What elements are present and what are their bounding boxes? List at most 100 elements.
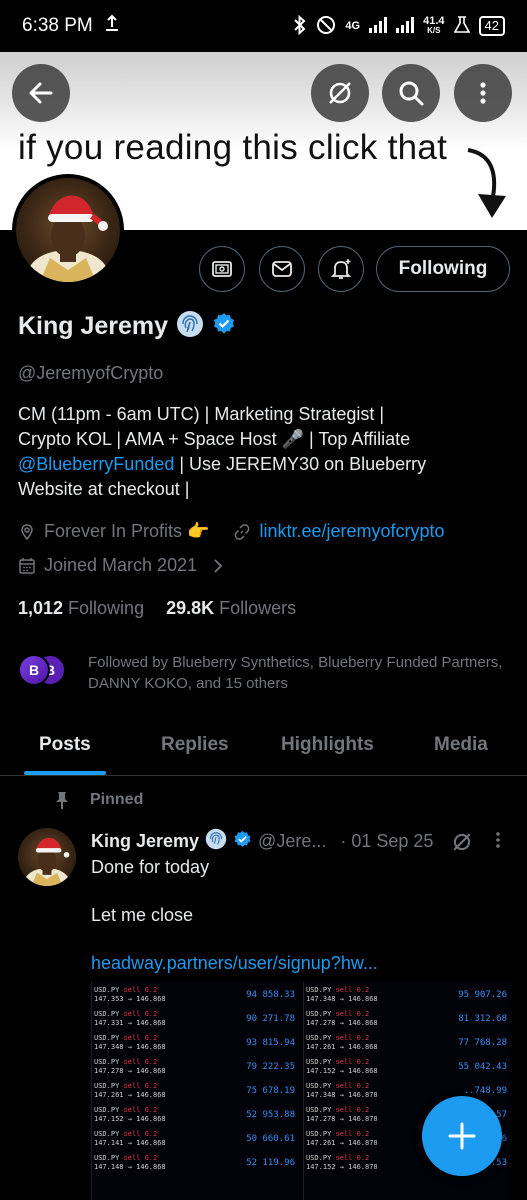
trade-action: sell 0.2 — [335, 1106, 370, 1114]
followed-by-section[interactable]: B B Followed by Blueberry Synthetics, Bl… — [18, 652, 508, 694]
verified-badge-icon[interactable] — [212, 312, 236, 341]
net-speed: 41.4 K/S — [423, 16, 444, 36]
active-tab-indicator — [24, 771, 106, 775]
grok-icon — [329, 82, 351, 104]
trade-value: 77 768.28 — [458, 1038, 507, 1048]
trade-prices: 147.331 → 146.868 — [94, 1019, 166, 1027]
trade-action: sell 0.2 — [335, 1034, 370, 1042]
trade-action: sell 0.2 — [123, 986, 158, 994]
tab-posts[interactable]: Posts — [39, 734, 91, 756]
post-text-line-1: Done for today — [91, 857, 210, 877]
trade-row: USD.PY sell 0.2 147.348 → 146.870 — [306, 1082, 378, 1100]
trade-pair: USD.PY sell 0.2 — [94, 1130, 158, 1138]
trade-value: 90 271.78 — [246, 1014, 295, 1024]
trade-row: USD.PY sell 0.2 147.152 → 146.868 — [306, 1058, 378, 1076]
trade-action: sell 0.2 — [335, 1058, 370, 1066]
media-trades-left: USD.PY sell 0.2 147.353 → 146.868 94 858.3… — [91, 982, 299, 1200]
trade-action: sell 0.2 — [335, 1130, 370, 1138]
trade-action: sell 0.2 — [123, 1010, 158, 1018]
search-icon — [399, 81, 424, 106]
fingerprint-emoji-icon — [205, 828, 227, 855]
trade-pair: USD.PY sell 0.2 — [306, 1082, 370, 1090]
pinned-label: Pinned — [90, 791, 144, 808]
post-header: King Jeremy @Jere... · 01 Sep 25 — [91, 828, 473, 855]
trade-row: USD.PY sell 0.2 147.348 → 146.868 — [94, 1034, 166, 1052]
notifications-button[interactable] — [318, 246, 364, 292]
trade-action: sell 0.2 — [123, 1106, 158, 1114]
bell-plus-icon — [330, 259, 352, 279]
bio-line-3: @BlueberryFunded | Use JEREMY30 on Blueb… — [18, 452, 488, 477]
trade-row: USD.PY sell 0.2 147.278 → 146.868 — [94, 1058, 166, 1076]
trade-prices: 147.353 → 146.868 — [94, 995, 166, 1003]
trade-value: 50 660.61 — [246, 1134, 295, 1144]
grok-button[interactable] — [311, 64, 369, 122]
trade-action: sell 0.2 — [123, 1058, 158, 1066]
search-button[interactable] — [382, 64, 440, 122]
trade-row: USD.PY sell 0.2 147.331 → 146.868 — [94, 1010, 166, 1028]
trade-pair: USD.PY sell 0.2 — [94, 1034, 158, 1042]
trade-action: sell 0.2 — [335, 1082, 370, 1090]
trade-action: sell 0.2 — [123, 1034, 158, 1042]
banner-arrow-icon — [467, 148, 506, 218]
follower-avatar-1: B — [18, 654, 50, 686]
trade-action: sell 0.2 — [335, 1010, 370, 1018]
profile-website-link[interactable]: linktr.ee/jeremyofcrypto — [259, 521, 444, 542]
battery-indicator: 42 — [478, 16, 505, 36]
trade-row: USD.PY sell 0.2 147.278 → 146.870 — [306, 1106, 378, 1124]
profile-stats: 1,012 Following 29.8K Followers — [18, 598, 296, 619]
following-button[interactable]: Following — [376, 246, 510, 292]
pin-icon — [56, 792, 68, 809]
following-stat[interactable]: 1,012 Following — [18, 598, 144, 619]
post-author-name[interactable]: King Jeremy — [91, 831, 199, 852]
trade-row: USD.PY sell 0.2 147.278 → 146.868 — [306, 1010, 378, 1028]
pinned-label-row: Pinned — [52, 790, 143, 810]
dnd-icon — [316, 15, 336, 38]
trade-pair: USD.PY sell 0.2 — [306, 1058, 370, 1066]
bio-mention-link[interactable]: @BlueberryFunded — [18, 454, 174, 474]
trade-row: USD.PY sell 0.2 147.348 → 146.868 — [306, 986, 378, 1004]
followers-stat[interactable]: 29.8K Followers — [166, 598, 296, 619]
calendar-icon — [19, 557, 35, 574]
post-author-avatar[interactable] — [18, 828, 76, 886]
trade-value: 95 907.26 — [458, 990, 507, 1000]
upload-icon — [105, 14, 119, 38]
post-more-icon[interactable] — [488, 830, 508, 850]
post-date: · 01 Sep 25 — [340, 831, 434, 851]
tab-replies[interactable]: Replies — [161, 734, 229, 756]
trade-value: ..748.99 — [463, 1086, 507, 1096]
trade-pair: USD.PY sell 0.2 — [94, 1106, 158, 1114]
signal-icon-2 — [396, 16, 415, 36]
trade-prices: 147.148 → 146.868 — [94, 1163, 166, 1171]
grok-icon[interactable] — [451, 831, 473, 853]
profile-meta-joined[interactable]: Joined March 2021 — [18, 555, 227, 576]
trade-pair: USD.PY sell 0.2 — [306, 1010, 370, 1018]
trade-prices: 147.278 → 146.870 — [306, 1115, 378, 1123]
compose-button[interactable] — [422, 1096, 502, 1176]
trade-pair: USD.PY sell 0.2 — [94, 1058, 158, 1066]
trade-prices: 147.278 → 146.868 — [94, 1067, 166, 1075]
post-link[interactable]: headway.partners/user/signup?hw... — [91, 953, 378, 974]
back-button[interactable] — [12, 64, 70, 122]
post-author-handle: @Jere... — [258, 831, 327, 851]
message-button[interactable] — [259, 246, 305, 292]
trade-prices: 147.348 → 146.868 — [94, 1043, 166, 1051]
subscribe-button[interactable] — [199, 246, 245, 292]
avatar-image — [16, 178, 120, 282]
more-options-button[interactable] — [454, 64, 512, 122]
profile-tabs: Posts Replies Highlights Media — [0, 718, 527, 776]
trade-action: sell 0.2 — [123, 1130, 158, 1138]
following-label: Following — [68, 598, 145, 618]
trade-row: USD.PY sell 0.2 147.261 → 146.868 — [306, 1034, 378, 1052]
tab-highlights[interactable]: Highlights — [281, 734, 374, 756]
profile-location: Forever In Profits 👉 — [44, 521, 210, 541]
profile-meta-location: Forever In Profits 👉 linktr.ee/jeremyofc… — [18, 521, 445, 542]
profile-joined-date: Joined March 2021 — [44, 555, 198, 575]
followed-by-text: Followed by Blueberry Synthetics, Bluebe… — [88, 654, 503, 692]
profile-avatar[interactable] — [12, 174, 124, 286]
trade-pair: USD.PY sell 0.2 — [306, 1106, 370, 1114]
profile-bio: CM (11pm - 6am UTC) | Marketing Strategi… — [18, 402, 488, 502]
tab-media[interactable]: Media — [434, 734, 488, 756]
network-type: 4G — [345, 20, 361, 32]
trade-row: USD.PY sell 0.2 147.152 → 146.870 — [306, 1154, 378, 1172]
bio-line-1: CM (11pm - 6am UTC) | Marketing Strategi… — [18, 404, 385, 424]
